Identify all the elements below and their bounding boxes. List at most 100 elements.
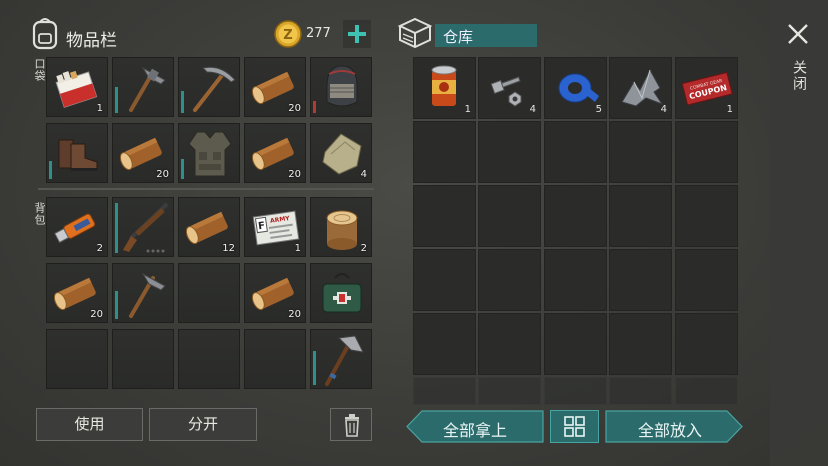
slot-count: 20 [156, 169, 169, 180]
grid-icon [564, 416, 585, 437]
svg-text:Z: Z [283, 28, 292, 43]
pocket-slot-pickaxe-hammer[interactable] [112, 57, 174, 117]
backpack-slot-log-stump[interactable]: 2 [310, 197, 372, 257]
use-button[interactable]: 使用 [36, 408, 143, 441]
backpack-slot-empty[interactable] [244, 329, 306, 389]
shotgun-icon [123, 202, 169, 253]
close-button[interactable]: 关闭 [782, 18, 814, 128]
slot-count: 1 [726, 104, 733, 115]
storage-slot-empty[interactable] [675, 185, 738, 247]
pocket-slot-cigarettes[interactable]: 1 [46, 57, 108, 117]
slot-count: 4 [529, 104, 536, 115]
backpack-slot-empty[interactable] [46, 329, 108, 389]
section-divider [38, 188, 374, 190]
storage-slot-empty[interactable] [609, 121, 672, 183]
backpack-slot-usb-flash[interactable]: 2 [46, 197, 108, 257]
backpack-slot-hammer[interactable] [112, 263, 174, 323]
storage-slot-empty[interactable] [609, 377, 672, 405]
storage-slot-empty[interactable] [544, 185, 607, 247]
take-all-button[interactable]: 全部拿上 [406, 410, 544, 443]
storage-slot-empty[interactable] [478, 377, 541, 405]
storage-slot-duct-tape[interactable]: 5 [544, 57, 607, 119]
pocket-slot-helmet[interactable] [310, 57, 372, 117]
sort-grid-button[interactable] [550, 410, 599, 443]
hatchet-icon [325, 335, 364, 386]
storage-slot-empty[interactable] [544, 377, 607, 405]
close-icon [788, 24, 808, 44]
hammer-icon [129, 272, 166, 318]
slot-count: 12 [222, 243, 235, 254]
backpack-slot-shotgun[interactable] [112, 197, 174, 257]
helmet-icon [326, 65, 358, 107]
slot-count: 2 [360, 243, 367, 254]
take-all-label: 全部拿上 [442, 421, 507, 440]
pocket-slot-log[interactable]: 20 [244, 57, 306, 117]
inventory-title: 物品栏 [66, 31, 117, 51]
pocket-slot-cloth[interactable]: 4 [310, 123, 372, 183]
slot-count: 5 [595, 104, 602, 115]
storage-icon [397, 16, 433, 50]
backpack-slot-empty[interactable] [178, 329, 240, 389]
trash-icon [345, 414, 359, 437]
storage-slot-empty[interactable] [675, 377, 738, 405]
storage-slot-empty[interactable] [675, 249, 738, 311]
storage-slot-empty[interactable] [413, 185, 476, 247]
armor-vest-icon [188, 131, 232, 177]
storage-slot-empty[interactable] [413, 121, 476, 183]
trash-button[interactable] [330, 408, 372, 441]
slot-count: 4 [360, 169, 367, 180]
backpack-slot-army-id-card[interactable]: F ARMY 1 [244, 197, 306, 257]
pocket-slot-log-3[interactable]: 20 [244, 123, 306, 183]
storage-slot-empty[interactable] [478, 249, 541, 311]
backpack-label: 背包 [33, 202, 46, 226]
pocket-slot-armor-vest[interactable] [178, 123, 240, 183]
storage-slot-empty[interactable] [609, 249, 672, 311]
backpack-slot-log[interactable]: 12 [178, 197, 240, 257]
slot-count: 20 [288, 169, 301, 180]
storage-slot-empty[interactable] [413, 313, 476, 375]
storage-title-bar: 仓库 [435, 24, 537, 47]
slot-count: 1 [96, 103, 103, 114]
storage-slot-empty[interactable] [609, 313, 672, 375]
storage-slot-empty[interactable] [478, 313, 541, 375]
backpack-slot-log-2[interactable]: 20 [46, 263, 108, 323]
put-all-label: 全部放入 [637, 421, 702, 440]
backpack-slot-empty[interactable] [178, 263, 240, 323]
pocket-slot-boots[interactable] [46, 123, 108, 183]
slot-count: 20 [90, 309, 103, 320]
medkit-bag-icon [322, 273, 362, 313]
pocket-slot-log-2[interactable]: 20 [112, 123, 174, 183]
storage-slot-empty[interactable] [675, 121, 738, 183]
storage-slot-metal-scrap[interactable]: 4 [609, 57, 672, 119]
add-currency-button[interactable] [343, 20, 371, 48]
storage-slot-empty[interactable] [544, 249, 607, 311]
storage-slot-empty[interactable] [544, 121, 607, 183]
split-button[interactable]: 分开 [149, 408, 257, 441]
storage-title: 仓库 [443, 28, 474, 46]
slot-count: 1 [464, 104, 471, 115]
storage-slot-empty[interactable] [478, 121, 541, 183]
storage-slot-canned-food[interactable]: 1 [413, 57, 476, 119]
storage-slot-bolts-nuts[interactable]: 4 [478, 57, 541, 119]
slot-count: 20 [288, 103, 301, 114]
storage-slot-empty[interactable] [544, 313, 607, 375]
storage-slot-empty[interactable] [413, 249, 476, 311]
pickaxe-hammer-icon [129, 66, 166, 112]
backpack-slot-medkit-bag[interactable] [310, 263, 372, 323]
coin-icon: Z [274, 20, 302, 48]
slot-count: 4 [660, 104, 667, 115]
storage-slot-empty[interactable] [478, 185, 541, 247]
plus-icon [348, 25, 366, 43]
backpack-slot-hatchet[interactable] [310, 329, 372, 389]
pocket-slot-pickaxe[interactable] [178, 57, 240, 117]
put-all-button[interactable]: 全部放入 [605, 410, 743, 443]
boots-icon [58, 139, 98, 171]
slot-count: 1 [294, 243, 301, 254]
storage-slot-empty[interactable] [675, 313, 738, 375]
slot-count: 2 [96, 243, 103, 254]
backpack-slot-log-3[interactable]: 20 [244, 263, 306, 323]
storage-slot-empty[interactable] [609, 185, 672, 247]
storage-slot-coupon-ticket[interactable]: COMBAT GEAR COUPON 1 [675, 57, 738, 119]
storage-slot-empty[interactable] [413, 377, 476, 405]
backpack-slot-empty[interactable] [112, 329, 174, 389]
